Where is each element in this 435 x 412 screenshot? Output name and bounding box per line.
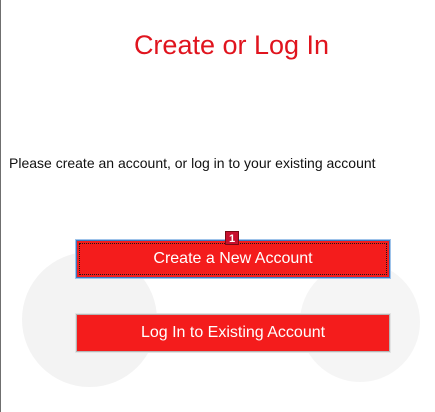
log-in-existing-account-button[interactable]: Log In to Existing Account <box>76 314 390 352</box>
instruction-message: Please create an account, or log in to y… <box>9 155 376 171</box>
page-title: Create or Log In <box>133 30 330 60</box>
create-or-login-window: Create or Log In Please create an accoun… <box>0 0 435 412</box>
element-marker-badge: 1 <box>225 231 239 245</box>
window-left-border <box>0 0 1 412</box>
